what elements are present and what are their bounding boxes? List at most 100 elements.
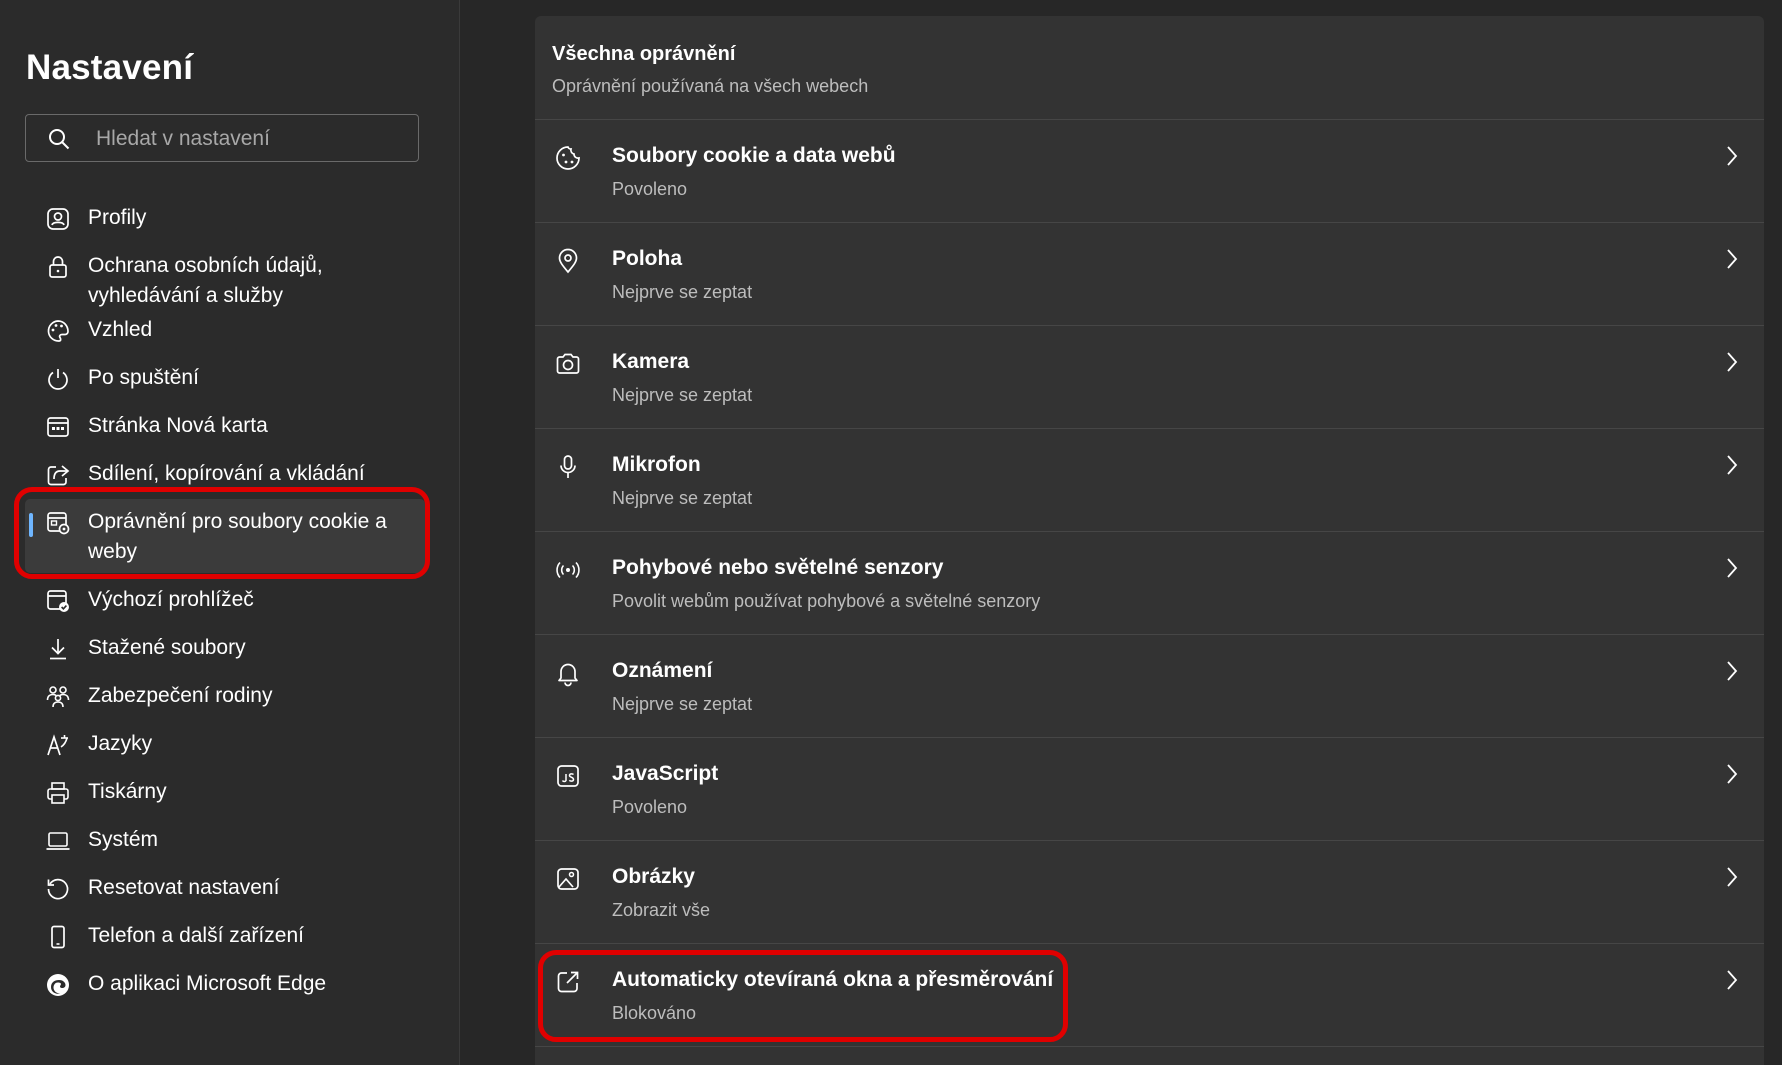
search-input[interactable] bbox=[94, 115, 408, 163]
sidebar-item-appearance[interactable]: Vzhled bbox=[25, 315, 425, 347]
sensor-icon bbox=[554, 556, 582, 584]
sidebar-item-share[interactable]: Sdílení, kopírování a vkládání bbox=[25, 459, 425, 491]
sidebar-item-label: Stažené soubory bbox=[88, 636, 246, 659]
permission-title: Mikrofon bbox=[612, 453, 701, 476]
chevron-right-icon bbox=[1722, 659, 1742, 683]
sidebar-item-site-permissions[interactable]: Oprávnění pro soubory cookie a weby bbox=[25, 499, 425, 573]
sidebar-item-label: Telefon a další zařízení bbox=[88, 924, 304, 947]
chevron-right-icon bbox=[1722, 556, 1742, 580]
chevron-right-icon bbox=[1722, 968, 1742, 992]
share-icon bbox=[45, 462, 71, 488]
lock-icon bbox=[45, 254, 71, 280]
bell-icon bbox=[554, 659, 582, 687]
permission-row-microphone[interactable]: Mikrofon Nejprve se zeptat bbox=[535, 429, 1764, 532]
sidebar-item-startup[interactable]: Po spuštění bbox=[25, 363, 425, 395]
sidebar-item-label: Ochrana osobních údajů, vyhledávání a sl… bbox=[88, 254, 323, 307]
permission-status: Nejprve se zeptat bbox=[612, 488, 753, 508]
sidebar-item-label: Jazyky bbox=[88, 732, 153, 755]
image-icon bbox=[554, 865, 582, 893]
sidebar-item-about[interactable]: O aplikaci Microsoft Edge bbox=[25, 969, 425, 1001]
profile-icon bbox=[45, 206, 71, 232]
chevron-right-icon bbox=[1722, 865, 1742, 889]
sidebar-item-label: Oprávnění pro soubory cookie a weby bbox=[88, 510, 387, 563]
sidebar-item-reset[interactable]: Resetovat nastavení bbox=[25, 873, 425, 905]
sidebar-item-downloads[interactable]: Stažené soubory bbox=[25, 633, 425, 665]
sidebar-item-family[interactable]: Zabezpečení rodiny bbox=[25, 681, 425, 713]
permission-status: Nejprve se zeptat bbox=[612, 282, 753, 302]
sidebar-item-label: Resetovat nastavení bbox=[88, 876, 280, 899]
permission-row-sensors[interactable]: Pohybové nebo světelné senzory Povolit w… bbox=[535, 532, 1764, 635]
permission-status: Povoleno bbox=[612, 179, 688, 199]
chevron-right-icon bbox=[1722, 453, 1742, 477]
reset-icon bbox=[45, 876, 71, 902]
sidebar-item-label: Sdílení, kopírování a vkládání bbox=[88, 462, 365, 485]
permission-title: Automaticky otevíraná okna a přesměrován… bbox=[612, 968, 1054, 991]
permission-status: Povoleno bbox=[612, 797, 688, 817]
language-icon bbox=[45, 732, 71, 758]
cookie-icon bbox=[554, 144, 582, 172]
permissions-panel: Všechna oprávnění Oprávnění používaná na… bbox=[535, 16, 1764, 1065]
power-icon bbox=[45, 366, 71, 392]
phone-icon bbox=[45, 924, 71, 950]
sidebar: Nastavení Profily Ochrana osobních údajů… bbox=[0, 0, 460, 1065]
sidebar-item-label: Výchozí prohlížeč bbox=[88, 588, 254, 611]
section-title: Všechna oprávnění bbox=[552, 43, 736, 65]
javascript-icon bbox=[554, 762, 582, 790]
permission-title: Pohybové nebo světelné senzory bbox=[612, 556, 944, 579]
permission-title: Kamera bbox=[612, 350, 690, 373]
page-title: Nastavení bbox=[26, 48, 194, 87]
sidebar-item-label: Po spuštění bbox=[88, 366, 199, 389]
sidebar-item-label: O aplikaci Microsoft Edge bbox=[88, 972, 327, 995]
sidebar-item-phone[interactable]: Telefon a další zařízení bbox=[25, 921, 425, 953]
permission-status: Zobrazit vše bbox=[612, 900, 711, 920]
chevron-right-icon bbox=[1722, 247, 1742, 271]
section-subtitle: Oprávnění používaná na všech webech bbox=[552, 76, 869, 96]
family-icon bbox=[45, 684, 71, 710]
microphone-icon bbox=[554, 453, 582, 481]
permission-title: Poloha bbox=[612, 247, 683, 270]
permission-row-javascript[interactable]: JavaScript Povoleno bbox=[535, 738, 1764, 841]
laptop-icon bbox=[45, 828, 71, 854]
palette-icon bbox=[45, 318, 71, 344]
default-browser-icon bbox=[45, 588, 71, 614]
location-icon bbox=[554, 247, 582, 275]
chevron-right-icon bbox=[1722, 350, 1742, 374]
permission-status: Nejprve se zeptat bbox=[612, 694, 753, 714]
permission-row-popups[interactable]: Automaticky otevíraná okna a přesměrován… bbox=[535, 944, 1764, 1047]
permission-status: Nejprve se zeptat bbox=[612, 385, 753, 405]
permission-status: Blokováno bbox=[612, 1003, 697, 1023]
sidebar-item-profiles[interactable]: Profily bbox=[25, 203, 425, 235]
permission-title: Obrázky bbox=[612, 865, 695, 888]
sidebar-item-printers[interactable]: Tiskárny bbox=[25, 777, 425, 809]
new-tab-icon bbox=[45, 414, 71, 440]
sidebar-item-new-tab[interactable]: Stránka Nová karta bbox=[25, 411, 425, 443]
section-header: Všechna oprávnění Oprávnění používaná na… bbox=[535, 16, 1764, 120]
sidebar-item-label: Systém bbox=[88, 828, 159, 851]
site-permissions-icon bbox=[45, 510, 71, 536]
search-box[interactable] bbox=[25, 114, 419, 163]
sidebar-item-languages[interactable]: Jazyky bbox=[25, 729, 425, 761]
permission-row-location[interactable]: Poloha Nejprve se zeptat bbox=[535, 223, 1764, 326]
chevron-right-icon bbox=[1722, 762, 1742, 786]
sidebar-item-label: Vzhled bbox=[88, 318, 153, 341]
permission-row-notifications[interactable]: Oznámení Nejprve se zeptat bbox=[535, 635, 1764, 738]
sidebar-item-system[interactable]: Systém bbox=[25, 825, 425, 857]
permission-row-cookies[interactable]: Soubory cookie a data webů Povoleno bbox=[535, 120, 1764, 223]
permission-row-images[interactable]: Obrázky Zobrazit vše bbox=[535, 841, 1764, 944]
permission-row-camera[interactable]: Kamera Nejprve se zeptat bbox=[535, 326, 1764, 429]
sidebar-item-label: Tiskárny bbox=[88, 780, 167, 803]
permission-title: JavaScript bbox=[612, 762, 719, 785]
permission-title: Soubory cookie a data webů bbox=[612, 144, 896, 167]
sidebar-item-privacy[interactable]: Ochrana osobních údajů, vyhledávání a sl… bbox=[25, 251, 425, 313]
camera-icon bbox=[554, 350, 582, 378]
search-icon bbox=[48, 128, 70, 150]
chevron-right-icon bbox=[1722, 144, 1742, 168]
download-icon bbox=[45, 636, 71, 662]
sidebar-item-label: Profily bbox=[88, 206, 147, 229]
permission-title: Oznámení bbox=[612, 659, 713, 682]
sidebar-item-label: Zabezpečení rodiny bbox=[88, 684, 273, 707]
printer-icon bbox=[45, 780, 71, 806]
sidebar-item-default-browser[interactable]: Výchozí prohlížeč bbox=[25, 585, 425, 617]
permission-status: Povolit webům používat pohybové a světel… bbox=[612, 591, 1041, 611]
popup-icon bbox=[554, 968, 582, 996]
